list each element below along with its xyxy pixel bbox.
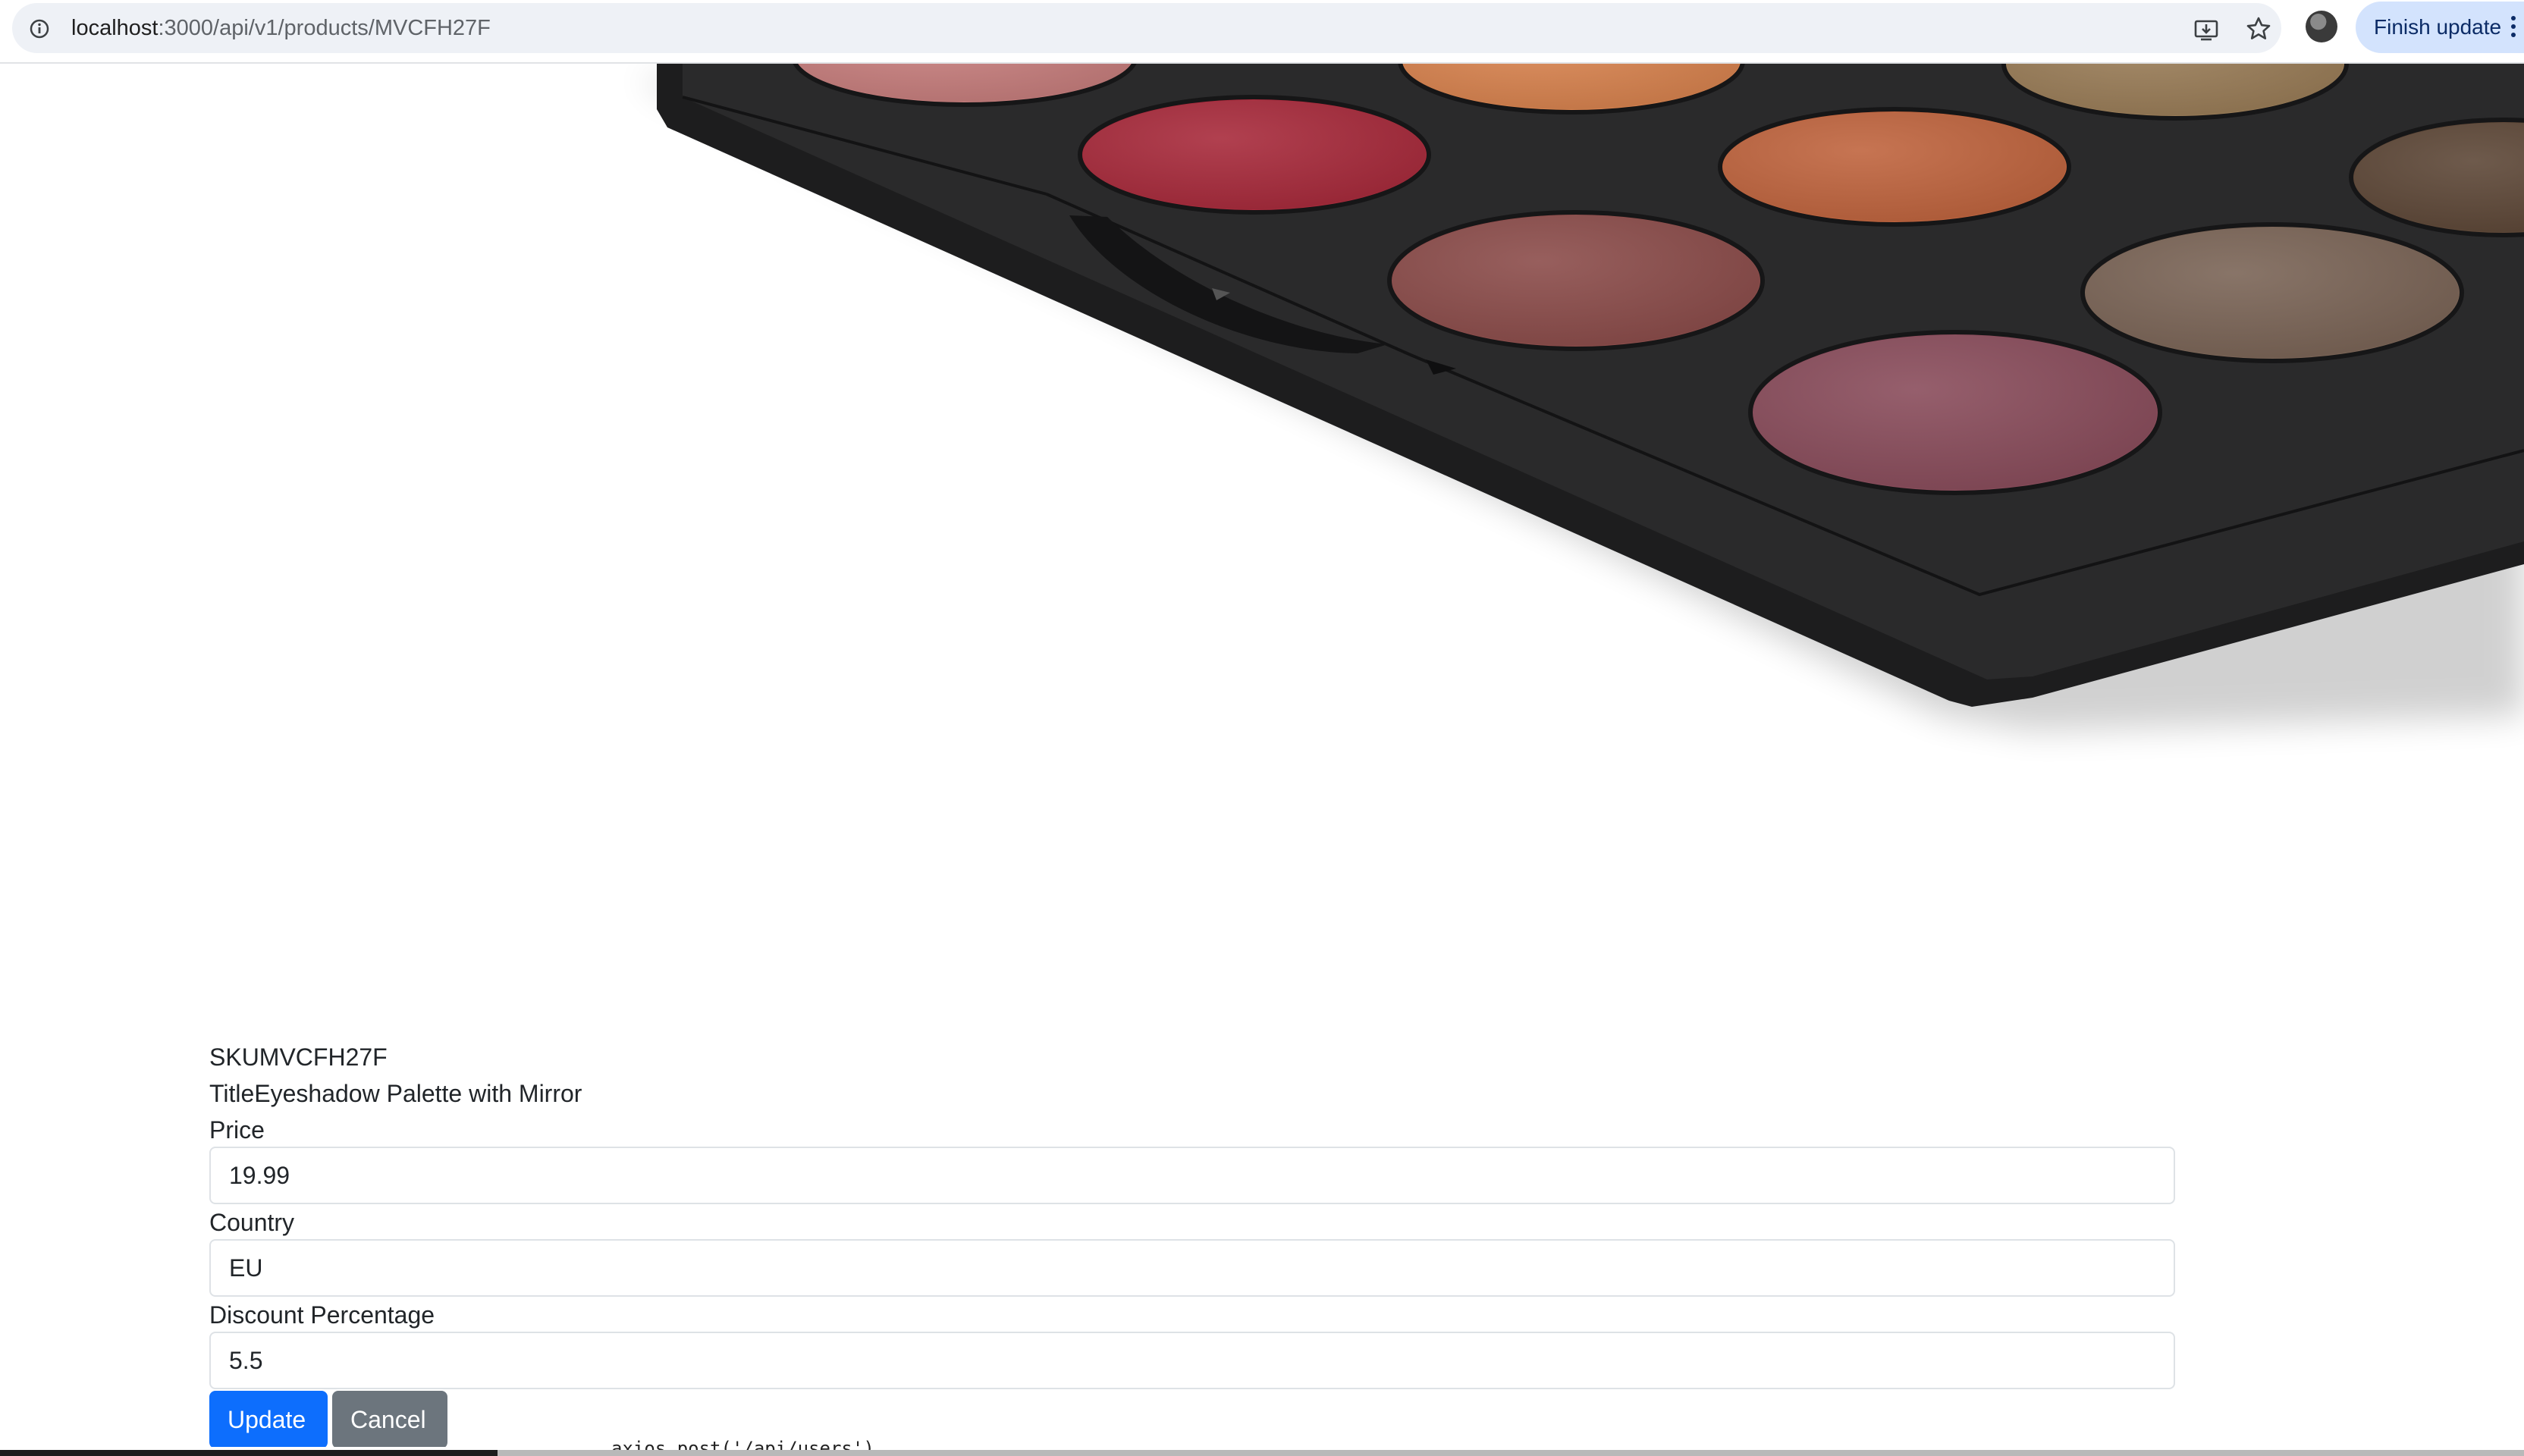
cancel-button[interactable]: Cancel xyxy=(332,1391,447,1448)
sku-text: SKUMVCFH27F xyxy=(209,1043,388,1071)
eyeshadow-pan-sheen xyxy=(1723,112,2066,221)
product-image xyxy=(0,64,2524,974)
discount-label: Discount Percentage xyxy=(209,1301,435,1329)
browser-toolbar: localhost:3000/api/v1/products/MVCFH27F … xyxy=(0,0,2524,64)
browser-menu-icon[interactable] xyxy=(2509,15,2518,38)
bottom-grey-bar xyxy=(498,1450,2524,1456)
form-actions: Update Cancel xyxy=(209,1391,2175,1448)
title-text: TitleEyeshadow Palette with Mirror xyxy=(209,1080,582,1107)
url-text[interactable]: localhost:3000/api/v1/products/MVCFH27F xyxy=(71,15,491,41)
country-label: Country xyxy=(209,1209,295,1236)
price-label: Price xyxy=(209,1116,265,1144)
url-host: localhost xyxy=(71,16,159,40)
eyeshadow-pan-sheen xyxy=(2086,228,2459,358)
eyeshadow-pan-sheen xyxy=(1753,335,2157,490)
install-app-icon[interactable] xyxy=(2193,17,2219,42)
eyeshadow-palette-illustration xyxy=(637,64,2524,731)
eyeshadow-pan-sheen xyxy=(1083,100,1426,209)
price-input[interactable]: 19.99 xyxy=(209,1147,2175,1204)
address-bar[interactable]: localhost:3000/api/v1/products/MVCFH27F xyxy=(12,3,2281,53)
bookmark-star-icon[interactable] xyxy=(2245,15,2272,42)
country-input[interactable]: EU xyxy=(209,1239,2175,1297)
product-edit-form: SKUMVCFH27F TitleEyeshadow Palette with … xyxy=(209,1039,2175,1448)
bottom-dark-bar xyxy=(0,1450,498,1456)
profile-avatar[interactable] xyxy=(2306,11,2337,42)
discount-input[interactable]: 5.5 xyxy=(209,1332,2175,1389)
site-info-icon[interactable] xyxy=(29,18,50,39)
update-button[interactable]: Update xyxy=(209,1391,328,1448)
eyeshadow-pan-sheen xyxy=(1392,215,1760,346)
url-path: :3000/api/v1/products/MVCFH27F xyxy=(158,16,491,40)
finish-update-button[interactable]: Finish update xyxy=(2356,2,2524,53)
